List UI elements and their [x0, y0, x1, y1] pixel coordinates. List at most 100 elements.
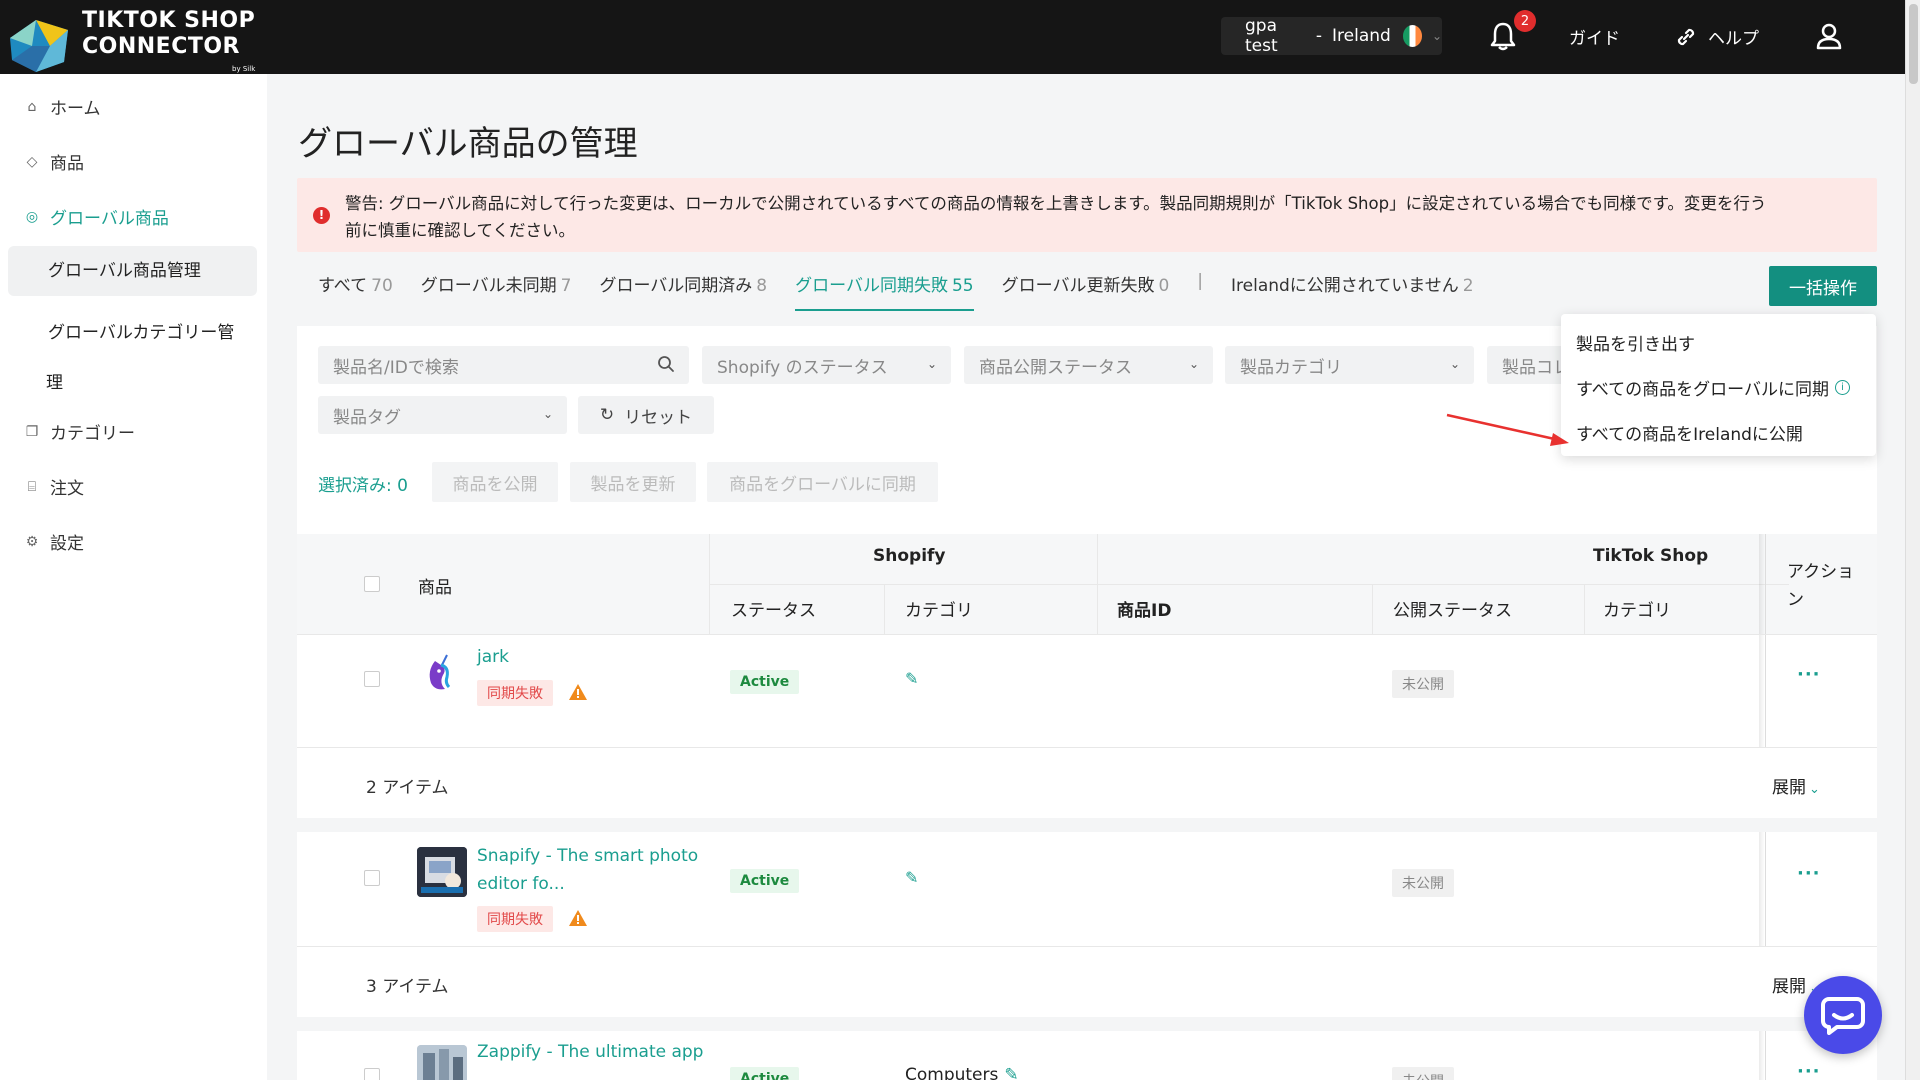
sidebar-item-label: グローバル商品	[50, 209, 169, 229]
search-icon	[658, 356, 674, 372]
info-icon[interactable]: i	[1834, 380, 1850, 395]
product-thumbnail[interactable]	[417, 1045, 467, 1080]
app-logo[interactable]: TIKTOK SHOP CONNECTOR by Silk	[6, 8, 255, 82]
help-label: ヘルプ	[1708, 29, 1759, 49]
sync-failed-tag: 同期失敗	[477, 906, 553, 932]
sidebar-subitem-global-product-management[interactable]: グローバル商品管理	[8, 246, 257, 296]
menu-item-pull-products[interactable]: 製品を引き出す	[1576, 330, 1695, 355]
publish-status-badge: 未公開	[1392, 1067, 1454, 1080]
user-icon[interactable]	[1813, 20, 1845, 52]
publish-products-button[interactable]: 商品を公開	[432, 462, 558, 502]
product-thumbnail[interactable]	[417, 647, 467, 697]
sidebar-item-label: 設定	[50, 534, 84, 554]
chevron-down-icon: ⌄	[1809, 782, 1820, 797]
top-header: TIKTOK SHOP CONNECTOR by Silk gpa test -…	[0, 0, 1905, 74]
chat-support-button[interactable]	[1804, 976, 1882, 1054]
edit-category-icon[interactable]: ✎	[905, 669, 918, 688]
row-actions-menu[interactable]: ···	[1797, 863, 1821, 884]
sidebar-item-orders[interactable]: ⌸ 注文	[24, 474, 84, 500]
row-checkbox[interactable]	[364, 1068, 380, 1080]
guide-label: ガイド	[1569, 29, 1620, 49]
tab-count: 70	[371, 276, 393, 296]
tab-not-published-ireland[interactable]: Irelandに公開されていません 2	[1231, 271, 1474, 311]
menu-item-sync-all-global[interactable]: すべての商品をグローバルに同期 i	[1576, 375, 1850, 400]
product-category-select[interactable]: 製品カテゴリ ⌄	[1225, 346, 1474, 384]
tab-all[interactable]: すべて 70	[318, 271, 393, 311]
error-icon: !	[313, 207, 330, 224]
header-divider	[709, 584, 1789, 585]
sync-failed-tag: 同期失敗	[477, 680, 553, 706]
ireland-flag-icon	[1402, 25, 1422, 47]
table-row[interactable]: Zappify - The ultimate app Active Comput…	[297, 1031, 1877, 1080]
bulk-actions-menu: 製品を引き出す すべての商品をグローバルに同期 i すべての商品をIreland…	[1561, 314, 1876, 456]
sidebar-item-home[interactable]: ⌂ ホーム	[24, 94, 101, 120]
bulk-actions-button[interactable]: 一括操作	[1769, 266, 1877, 306]
header-actions-line2: ン	[1787, 590, 1804, 610]
page-scrollbar[interactable]	[1905, 0, 1920, 1080]
edit-category-icon[interactable]: ✎	[905, 868, 918, 887]
group-row: 3 アイテム 展開⌄	[297, 947, 1877, 1017]
sidebar-item-categories[interactable]: ❐ カテゴリー	[24, 419, 135, 445]
publish-status-select[interactable]: 商品公開ステータス ⌄	[964, 346, 1213, 384]
tab-label: グローバル未同期	[420, 276, 557, 296]
tab-global-synced[interactable]: グローバル同期済み 8	[599, 271, 767, 311]
table-row[interactable]: jark 同期失敗 Active ✎ 未公開 ···	[297, 635, 1877, 747]
sidebar-subitem-label: グローバルカテゴリー管	[48, 323, 235, 343]
row-actions-menu[interactable]: ···	[1797, 664, 1821, 685]
product-name: Snapify - The smart photo	[477, 846, 699, 866]
sidebar-subitem-label: グローバル商品管理	[48, 261, 201, 281]
page-title: グローバル商品の管理	[298, 124, 638, 164]
tab-global-unsynced[interactable]: グローバル未同期 7	[421, 271, 572, 311]
warning-icon[interactable]	[569, 910, 587, 926]
product-name-link[interactable]: Snapify - The smart photo editor fo...	[477, 842, 698, 898]
select-all-checkbox[interactable]	[364, 576, 380, 592]
sidebar-item-settings[interactable]: ⚙ 設定	[24, 529, 84, 555]
sidebar-subitem-label-wrap: 理	[46, 373, 63, 393]
product-name-link[interactable]: Zappify - The ultimate app	[477, 1038, 703, 1066]
expand-toggle[interactable]: 展開⌄	[1772, 773, 1820, 798]
shopify-status-badge: Active	[730, 869, 800, 893]
sidebar-item-products[interactable]: ◇ 商品	[24, 149, 84, 175]
sidebar-subitem-global-category-management[interactable]: グローバルカテゴリー管 理	[8, 308, 257, 408]
chevron-down-icon: ⌄	[1431, 29, 1442, 43]
reset-button[interactable]: ↻ リセット	[578, 396, 714, 434]
tab-label: グローバル更新失敗	[1001, 276, 1155, 296]
logo-text-line2: CONNECTOR	[82, 34, 240, 59]
bell-icon[interactable]	[1488, 20, 1518, 52]
table-row[interactable]: Snapify - The smart photo editor fo... 同…	[297, 832, 1877, 946]
group-separator	[297, 1017, 1877, 1031]
warning-icon[interactable]	[569, 684, 587, 700]
link-icon	[1677, 28, 1695, 45]
shopify-status-badge: Active	[730, 1067, 800, 1080]
sidebar-item-label: カテゴリー	[50, 424, 135, 444]
chevron-down-icon: ⌄	[1449, 357, 1460, 371]
annotation-arrow-icon	[1446, 413, 1569, 446]
tab-separator: |	[1197, 271, 1204, 291]
select-placeholder: 商品公開ステータス	[979, 357, 1132, 378]
menu-item-publish-all-ireland[interactable]: すべての商品をIrelandに公開	[1576, 420, 1803, 445]
update-products-button[interactable]: 製品を更新	[570, 462, 696, 502]
tab-global-sync-failed[interactable]: グローバル同期失敗 55	[795, 271, 975, 311]
help-link[interactable]: ヘルプ	[1674, 24, 1759, 49]
store-selector[interactable]: gpa test - Ireland ⌄	[1221, 16, 1442, 56]
search-input[interactable]: 製品名/IDで検索	[318, 346, 689, 384]
search-placeholder: 製品名/IDで検索	[333, 357, 459, 378]
tag-icon: ◇	[26, 153, 38, 170]
edit-category-icon[interactable]: ✎	[1004, 1065, 1018, 1080]
sidebar-item-global-products[interactable]: ◎ グローバル商品	[24, 204, 169, 230]
shopify-status-badge: Active	[730, 670, 800, 694]
sync-global-button[interactable]: 商品をグローバルに同期	[707, 462, 938, 502]
scrollbar-thumb[interactable]	[1909, 4, 1918, 84]
row-checkbox[interactable]	[364, 671, 380, 687]
tab-global-update-failed[interactable]: グローバル更新失敗 0	[1002, 271, 1170, 311]
sidebar-item-label: ホーム	[50, 99, 101, 119]
row-actions-menu[interactable]: ···	[1797, 1061, 1821, 1080]
group-item-count: 3 アイテム	[366, 977, 449, 997]
product-name-link[interactable]: jark	[477, 643, 509, 671]
group-row: 2 アイテム 展開 ⌄	[297, 748, 1877, 818]
guide-link[interactable]: ガイド	[1569, 24, 1620, 49]
product-thumbnail[interactable]	[417, 847, 467, 897]
row-checkbox[interactable]	[364, 870, 380, 886]
shopify-status-select[interactable]: Shopify のステータス ⌄	[702, 346, 951, 384]
product-tag-select[interactable]: 製品タグ ⌄	[318, 396, 567, 434]
